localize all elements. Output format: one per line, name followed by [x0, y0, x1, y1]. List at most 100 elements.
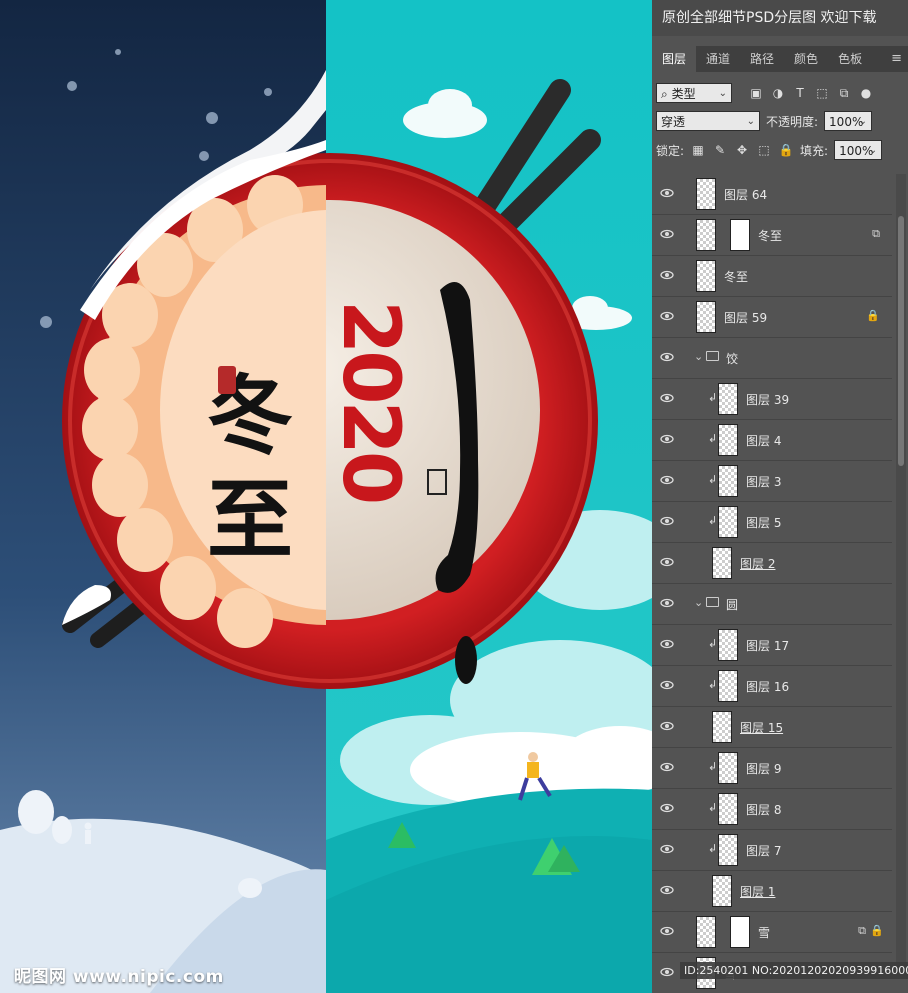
chevron-down-icon: ⌄	[858, 116, 868, 127]
layer-name: 雪	[758, 926, 771, 940]
layer-thumbnail	[718, 465, 738, 497]
blend-mode-select[interactable]: 穿透 ⌄	[656, 111, 760, 131]
chevron-down-icon[interactable]: ⌄	[694, 350, 703, 363]
layer-name: 图层 3	[746, 475, 782, 489]
eye-icon[interactable]	[660, 473, 674, 487]
eye-icon[interactable]	[660, 842, 674, 856]
fill-input[interactable]: 100% ⌄	[834, 140, 883, 160]
layer-row[interactable]: 雪 ⧉ 🔒	[652, 912, 892, 953]
eye-icon[interactable]	[660, 719, 674, 733]
layer-row[interactable]: 图层 64	[652, 174, 892, 215]
layer-row[interactable]: ↲ 图层 8	[652, 789, 892, 830]
lock-all-icon[interactable]: 🔒	[778, 142, 794, 158]
lock-artboard-icon[interactable]: ⬚	[756, 142, 772, 158]
text-filter-icon[interactable]: T	[792, 85, 808, 101]
eye-icon[interactable]	[660, 637, 674, 651]
image-filter-icon[interactable]: ▣	[748, 85, 764, 101]
eye-icon[interactable]	[660, 432, 674, 446]
layer-name: 图层 39	[746, 393, 790, 407]
artwork-canvas: 冬至 2020 昵图网 www.nipic.com	[0, 0, 652, 993]
tab-channels[interactable]: 通道	[696, 46, 740, 72]
clip-arrow-icon: ↲	[708, 678, 718, 691]
layer-thumbnail	[718, 793, 738, 825]
layer-row[interactable]: 图层 2	[652, 543, 892, 584]
eye-icon[interactable]	[660, 678, 674, 692]
id-label: ID:2540201 NO:20201202020939916000	[680, 962, 908, 979]
chevron-down-icon: ⌄	[868, 145, 878, 156]
adjustment-filter-icon[interactable]: ◑	[770, 85, 786, 101]
tab-layers[interactable]: 图层	[652, 46, 697, 72]
layer-name: 饺	[726, 352, 739, 366]
layer-thumbnail	[718, 383, 738, 415]
layer-thumbnail	[712, 875, 732, 907]
clip-arrow-icon: ↲	[708, 391, 718, 404]
year-text: 2020	[325, 300, 415, 502]
folder-icon	[706, 597, 719, 607]
banner: 原创全部细节PSD分层图 欢迎下载	[652, 0, 908, 36]
filter-row: ⌕ 类型 ⌄ ▣ ◑ T ⬚ ⧉ ●	[656, 82, 904, 104]
tab-color[interactable]: 颜色	[784, 46, 828, 72]
smart-object-filter-icon[interactable]: ⧉	[836, 85, 852, 101]
eye-icon[interactable]	[660, 596, 674, 610]
eye-icon[interactable]	[660, 350, 674, 364]
eye-icon[interactable]	[660, 186, 674, 200]
opacity-input[interactable]: 100% ⌄	[824, 111, 873, 131]
eye-icon[interactable]	[660, 555, 674, 569]
scrollbar-thumb[interactable]	[898, 216, 904, 466]
eye-icon[interactable]	[660, 309, 674, 323]
lock-brush-icon[interactable]: ✎	[712, 142, 728, 158]
layer-row[interactable]: ↲ 图层 16	[652, 666, 892, 707]
layer-row[interactable]: 图层 1	[652, 871, 892, 912]
layer-name: 图层 7	[746, 844, 782, 858]
layer-thumbnail	[718, 506, 738, 538]
eye-icon[interactable]	[660, 883, 674, 897]
layer-row[interactable]: 图层 15	[652, 707, 892, 748]
lock-row: 锁定: ▦ ✎ ✥ ⬚ 🔒 填充: 100% ⌄	[656, 139, 904, 161]
tab-paths[interactable]: 路径	[740, 46, 784, 72]
shape-filter-icon[interactable]: ⬚	[814, 85, 830, 101]
layer-thumbnail	[696, 178, 716, 210]
panel-menu-icon[interactable]: ≡	[891, 46, 902, 72]
eye-icon[interactable]	[660, 514, 674, 528]
filter-toggle-icon[interactable]: ●	[858, 85, 874, 101]
layer-name: 图层 1	[740, 885, 776, 899]
layer-thumbnail	[718, 424, 738, 456]
layer-row[interactable]: ↲ 图层 17	[652, 625, 892, 666]
layer-name: 图层 15	[740, 721, 784, 735]
clip-arrow-icon: ↲	[708, 842, 718, 855]
layer-name: 图层 2	[740, 557, 776, 571]
eye-icon[interactable]	[660, 965, 674, 979]
layer-row[interactable]: ↲ 图层 9	[652, 748, 892, 789]
eye-icon[interactable]	[660, 760, 674, 774]
layer-row[interactable]: ↲ 图层 3	[652, 461, 892, 502]
filter-select[interactable]: ⌕ 类型 ⌄	[656, 83, 732, 103]
clip-arrow-icon: ↲	[708, 514, 718, 527]
layer-row[interactable]: ↲ 图层 7	[652, 830, 892, 871]
smart-object-icon: ⧉	[872, 227, 880, 240]
lock-label: 锁定:	[656, 143, 685, 158]
eye-icon[interactable]	[660, 924, 674, 938]
layer-name: 图层 5	[746, 516, 782, 530]
filter-label: 类型	[671, 87, 696, 101]
layer-group-row[interactable]: ⌄ 饺	[652, 338, 892, 379]
chevron-down-icon[interactable]: ⌄	[694, 596, 703, 609]
layer-group-row[interactable]: ⌄ 圆	[652, 584, 892, 625]
layer-row[interactable]: ↲ 图层 39	[652, 379, 892, 420]
layer-row[interactable]: 图层 59 🔒	[652, 297, 892, 338]
eye-icon[interactable]	[660, 268, 674, 282]
layer-row[interactable]: 冬至	[652, 256, 892, 297]
lock-move-icon[interactable]: ✥	[734, 142, 750, 158]
smart-object-icon: ⧉	[858, 924, 866, 937]
eye-icon[interactable]	[660, 801, 674, 815]
title-cn: 冬至	[192, 370, 293, 578]
eye-icon[interactable]	[660, 391, 674, 405]
layers-scrollbar[interactable]	[896, 174, 906, 973]
layer-row[interactable]: 冬至 ⧉	[652, 215, 892, 256]
watermark: 昵图网 www.nipic.com	[14, 967, 224, 987]
tab-swatches[interactable]: 色板	[828, 46, 872, 72]
layer-name: 图层 17	[746, 639, 790, 653]
layer-row[interactable]: ↲ 图层 4	[652, 420, 892, 461]
lock-transparent-icon[interactable]: ▦	[690, 142, 706, 158]
eye-icon[interactable]	[660, 227, 674, 241]
layer-row[interactable]: ↲ 图层 5	[652, 502, 892, 543]
